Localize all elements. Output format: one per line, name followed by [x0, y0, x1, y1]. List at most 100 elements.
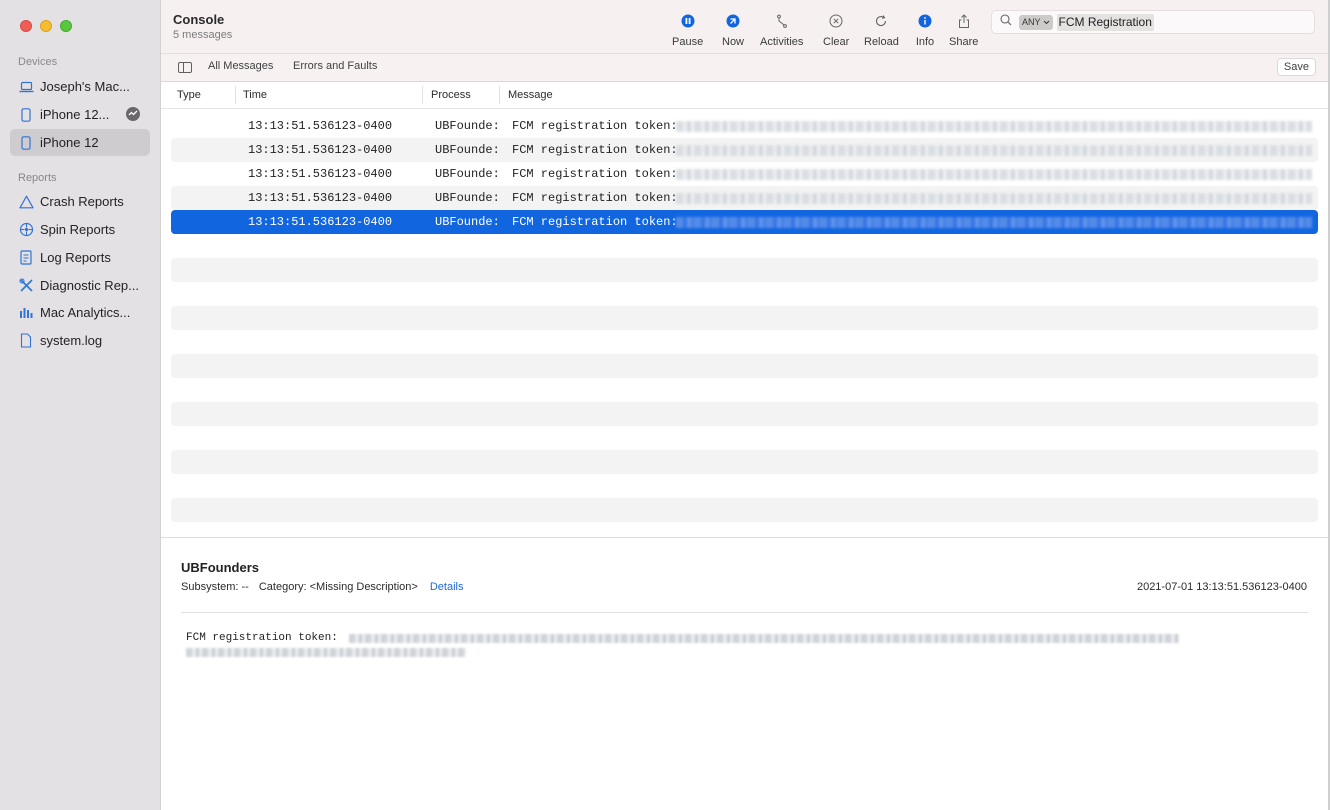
redacted-token [676, 169, 1312, 180]
empty-row [171, 402, 1318, 426]
column-header-message[interactable]: Message [508, 89, 553, 101]
empty-row [171, 282, 1318, 306]
activities-button[interactable]: Activities [760, 10, 803, 48]
filter-errors-and-faults[interactable]: Errors and Faults [293, 60, 377, 72]
search-field[interactable]: ANY FCM Registration [991, 10, 1315, 34]
redacted-token [186, 648, 466, 657]
minimize-button[interactable] [40, 20, 52, 32]
sidebar-item-label: Spin Reports [40, 222, 116, 237]
table-row[interactable]: 13:13:51.536123-0400 UBFounde: FCM regis… [171, 138, 1318, 162]
row-time: 13:13:51.536123-0400 [248, 143, 393, 157]
reload-button[interactable]: Reload [864, 10, 899, 48]
sidebar-item-iphone-12[interactable]: iPhone 12 [10, 129, 150, 156]
sidebar-item-system-log[interactable]: system.log [10, 327, 150, 354]
sidebar-item-log-reports[interactable]: Log Reports [10, 244, 150, 271]
toolbar: Console 5 messages Pause Now Activities … [161, 0, 1330, 54]
divider [181, 612, 1308, 613]
save-button[interactable]: Save [1276, 58, 1316, 76]
pause-icon [678, 10, 698, 32]
filter-bar: All Messages Errors and Faults Save [161, 54, 1330, 82]
sidebar-item-label: Diagnostic Rep... [40, 278, 139, 293]
empty-row [171, 234, 1318, 258]
info-label: Info [915, 36, 935, 48]
sidebar-item-mac[interactable]: Joseph's Mac... [10, 73, 150, 100]
sidebar-item-mac-analytics[interactable]: Mac Analytics... [10, 299, 150, 326]
clear-icon [826, 10, 846, 32]
table-row[interactable]: 13:13:51.536123-0400 UBFounde: FCM regis… [171, 186, 1318, 210]
table-row[interactable]: 13:13:51.536123-0400 UBFounde: FCM regis… [171, 162, 1318, 186]
search-scope-dropdown[interactable]: ANY [1019, 14, 1053, 30]
clear-label: Clear [823, 36, 850, 48]
info-button[interactable]: Info [915, 10, 935, 48]
iphone-icon [18, 135, 34, 151]
clear-button[interactable]: Clear [823, 10, 849, 48]
app-title: Console [173, 12, 225, 27]
column-header-time[interactable]: Time [243, 89, 267, 101]
zoom-button[interactable] [60, 20, 72, 32]
reload-icon [871, 10, 891, 32]
empty-row [171, 426, 1318, 450]
search-token[interactable]: FCM Registration [1056, 13, 1154, 31]
column-header-process[interactable]: Process [431, 89, 471, 101]
column-divider[interactable] [499, 86, 500, 104]
pause-label: Pause [672, 36, 704, 48]
sidebar-item-label: iPhone 12 [40, 135, 99, 150]
redacted-token [676, 145, 1312, 156]
row-process: UBFounde: [435, 191, 500, 205]
bar-chart-icon [18, 305, 34, 321]
table-row-selected[interactable]: 13:13:51.536123-0400 UBFounde: FCM regis… [171, 210, 1318, 234]
column-header-type[interactable]: Type [177, 89, 201, 101]
detail-pane: UBFounders Subsystem: -- Category: <Miss… [161, 537, 1330, 810]
row-time: 13:13:51.536123-0400 [248, 119, 393, 133]
filter-all-messages[interactable]: All Messages [208, 60, 273, 72]
detail-subsystem: Subsystem: -- [181, 581, 249, 593]
empty-row [171, 378, 1318, 402]
window-controls [20, 20, 72, 32]
sidebar-item-spin-reports[interactable]: Spin Reports [10, 216, 150, 243]
redacted-token [349, 634, 1179, 643]
column-divider[interactable] [422, 86, 423, 104]
activities-icon [772, 10, 792, 32]
info-icon [915, 10, 935, 32]
share-button[interactable]: Share [949, 10, 978, 48]
row-process: UBFounde: [435, 119, 500, 133]
row-process: UBFounde: [435, 167, 500, 181]
empty-row [171, 306, 1318, 330]
table-header: Type Time Process Message [161, 82, 1330, 109]
sidebar-item-diagnostic-reports[interactable]: Diagnostic Rep... [10, 272, 150, 299]
sidebar-item-label: iPhone 12... [40, 107, 110, 122]
activities-label: Activities [760, 36, 804, 48]
row-time: 13:13:51.536123-0400 [248, 167, 393, 181]
sidebar-item-crash-reports[interactable]: Crash Reports [10, 188, 150, 215]
redacted-token [676, 217, 1312, 228]
tools-icon [18, 278, 34, 294]
detail-timestamp: 2021-07-01 13:13:51.536123-0400 [1136, 581, 1307, 593]
pause-button[interactable]: Pause [672, 10, 703, 48]
close-button[interactable] [20, 20, 32, 32]
sidebar-item-label: Log Reports [40, 250, 111, 265]
column-divider[interactable] [235, 86, 236, 104]
detail-metadata: Subsystem: -- Category: <Missing Descrip… [181, 581, 463, 593]
row-message: FCM registration token: [512, 215, 678, 229]
share-icon [954, 10, 974, 32]
row-message: FCM registration token: [512, 191, 678, 205]
row-message: FCM registration token: [512, 167, 678, 181]
table-row[interactable]: 13:13:51.536123-0400 UBFounde: FCM regis… [171, 114, 1318, 138]
spin-icon [18, 222, 34, 238]
chevron-down-icon [1043, 20, 1049, 24]
sidebar-item-label: Joseph's Mac... [40, 79, 130, 94]
now-button[interactable]: Now [722, 10, 744, 48]
reload-label: Reload [864, 36, 899, 48]
row-process: UBFounde: [435, 215, 500, 229]
details-link[interactable]: Details [430, 581, 464, 593]
empty-row [171, 354, 1318, 378]
empty-row [171, 258, 1318, 282]
activity-badge-icon [126, 107, 140, 121]
sidebar-toggle-icon[interactable] [178, 62, 192, 73]
log-document-icon [18, 250, 34, 266]
row-message: FCM registration token: [512, 143, 678, 157]
warning-triangle-icon [18, 194, 34, 210]
row-message: FCM registration token: [512, 119, 678, 133]
devices-heading: Devices [18, 56, 58, 68]
sidebar-item-iphone-12-paired[interactable]: iPhone 12... [10, 101, 150, 128]
